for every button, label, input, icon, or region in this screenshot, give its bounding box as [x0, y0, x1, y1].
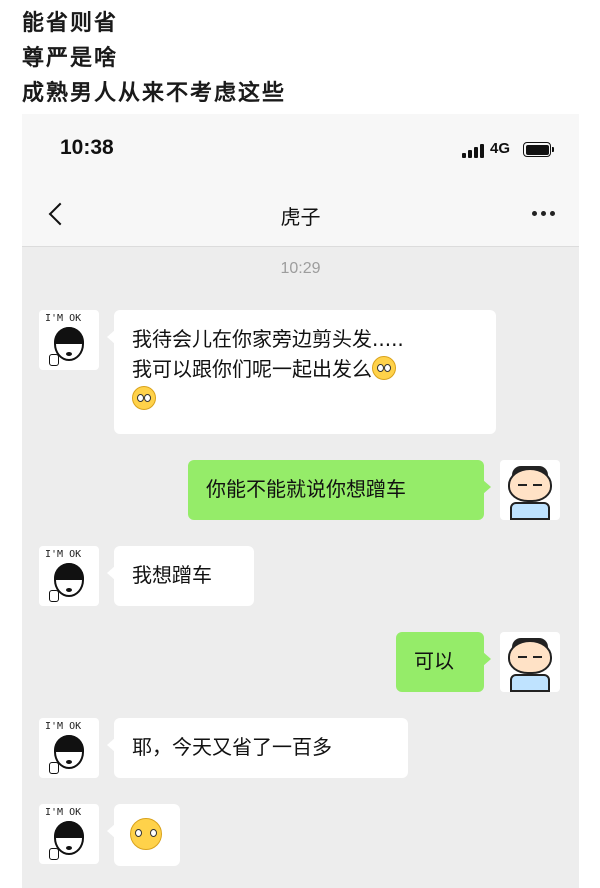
status-time: 10:38 — [60, 136, 114, 159]
my-avatar[interactable] — [500, 460, 560, 520]
message-text: 你能不能就说你想蹭车 — [206, 477, 406, 501]
message-text: 我可以跟你们呢一起出发么 — [132, 354, 478, 384]
chat-header: 虎子 — [22, 184, 579, 247]
message-text: 耶，今天又省了一百多 — [132, 735, 332, 759]
phone-screen: 10:38 4G 虎子 10:29 I'M OK 我待会儿在你家旁边剪头发...… — [22, 114, 579, 888]
message-bubble[interactable]: 我待会儿在你家旁边剪头发..... 我可以跟你们呢一起出发么 — [107, 310, 496, 434]
message-text: 我待会儿在你家旁边剪头发..... — [132, 327, 404, 351]
post-caption: 能省则省 尊严是啥 成熟男人从来不考虑这些 — [22, 6, 286, 111]
caption-line-2: 尊严是啥 — [22, 45, 119, 71]
status-bar: 10:38 4G — [22, 114, 579, 184]
message-text: 可以 — [414, 649, 454, 673]
contact-avatar[interactable]: I'M OK — [39, 718, 99, 778]
network-type: 4G — [490, 140, 511, 157]
message-timestamp: 10:29 — [280, 260, 321, 277]
caption-line-1: 能省则省 — [22, 10, 119, 36]
message-bubble[interactable]: 可以 — [396, 632, 491, 692]
caption-line-3: 成熟男人从来不考虑这些 — [22, 80, 287, 106]
signal-icon — [462, 144, 484, 158]
flushed-face-icon — [132, 386, 156, 410]
thinking-face-icon — [130, 818, 162, 850]
message-bubble[interactable]: 耶，今天又省了一百多 — [107, 718, 408, 778]
message-bubble[interactable]: 你能不能就说你想蹭车 — [188, 460, 491, 520]
contact-avatar[interactable]: I'M OK — [39, 804, 99, 864]
battery-icon — [523, 142, 554, 157]
message-bubble[interactable]: 我想蹭车 — [107, 546, 254, 606]
message-bubble[interactable] — [107, 804, 180, 866]
message-text: 我想蹭车 — [132, 563, 212, 587]
flushed-face-icon — [372, 356, 396, 380]
contact-avatar[interactable]: I'M OK — [39, 546, 99, 606]
more-options-icon[interactable] — [527, 202, 561, 226]
contact-avatar[interactable]: I'M OK — [39, 310, 99, 370]
my-avatar[interactable] — [500, 632, 560, 692]
contact-name: 虎子 — [280, 205, 321, 229]
